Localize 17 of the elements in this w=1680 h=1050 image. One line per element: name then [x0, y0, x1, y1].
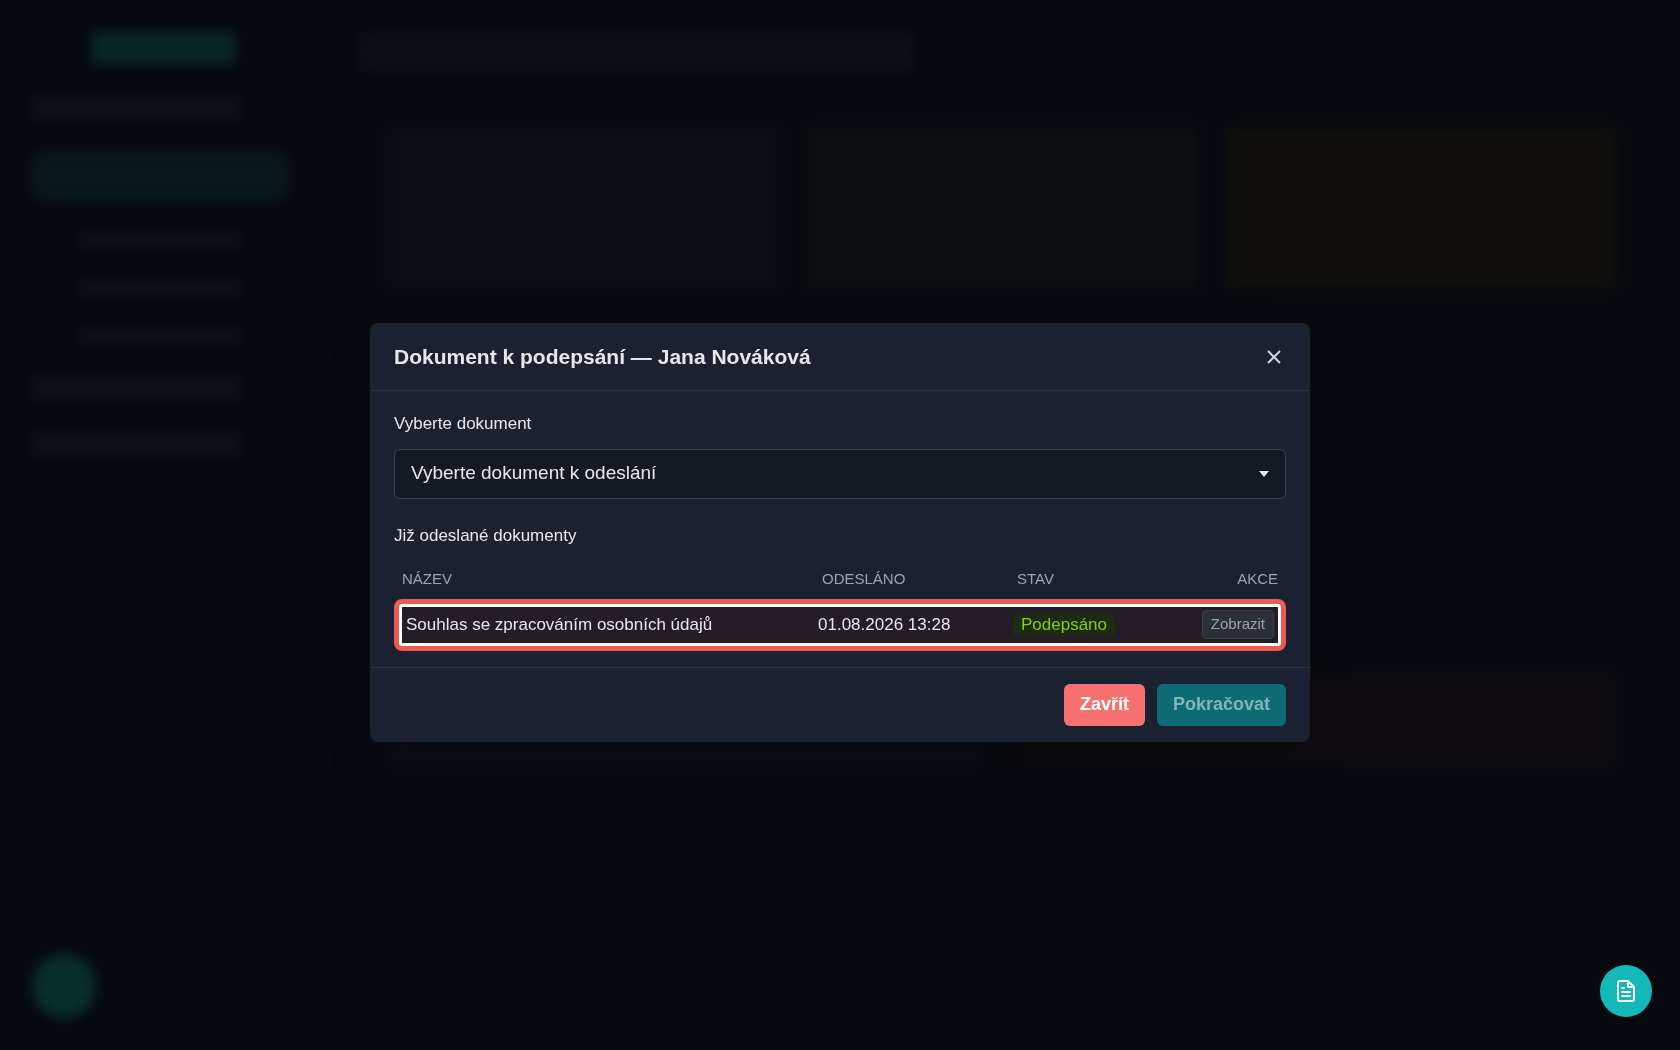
column-header: ODESLÁNO: [822, 569, 907, 589]
table-cell-text: Souhlas se zpracováním osobních údajů: [406, 613, 714, 636]
document-select[interactable]: Vyberte dokument k odeslání: [394, 448, 1286, 499]
document-icon: [1614, 979, 1638, 1003]
view-button[interactable]: Zobrazit: [1201, 610, 1274, 639]
column-header: AKCE: [1237, 569, 1278, 589]
column-header: STAV: [1017, 569, 1055, 589]
close-icon: [1265, 347, 1283, 366]
dropdown-caret-icon: [1259, 470, 1269, 477]
close-dialog-button[interactable]: Zavřít: [1063, 683, 1145, 726]
document-button[interactable]: [1600, 965, 1652, 1017]
table-cell-text: 01.08.2026 13:28: [818, 613, 952, 636]
status-tag: Podepsáno: [1013, 612, 1116, 636]
dialog-title: Dokument k podepsání — Jana Nováková: [394, 343, 811, 370]
field-label: Vyberte dokument: [394, 413, 533, 435]
column-header: NÁZEV: [402, 569, 453, 589]
section-heading: Již odeslané dokumenty: [394, 524, 578, 547]
